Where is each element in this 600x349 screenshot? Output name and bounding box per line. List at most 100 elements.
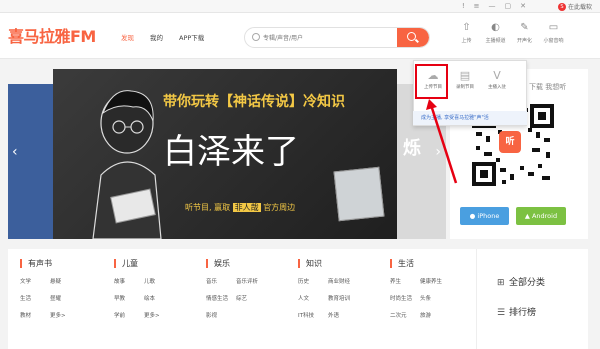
close-icon[interactable]: ✕	[520, 2, 526, 10]
android-download-button[interactable]: ▲ Android	[516, 207, 566, 225]
category-link[interactable]	[236, 311, 258, 319]
record-tool-button[interactable]: ✎ 开声化	[510, 21, 539, 44]
next-slide-text: 烁	[403, 138, 421, 159]
nav-discover[interactable]: 发现	[121, 32, 134, 42]
dropdown-item-label: 录制节目	[456, 85, 474, 90]
category-link[interactable]: 文学	[20, 277, 42, 285]
category-link[interactable]: 学前	[114, 311, 136, 319]
search-button[interactable]	[397, 28, 429, 47]
anchor-icon: V	[493, 69, 501, 82]
quick-links-panel: ⊞ 全部分类 ☰ 排行榜	[476, 249, 588, 349]
upload-tool-button[interactable]: ⇧ 上传	[452, 21, 481, 44]
category-link[interactable]: 故事	[114, 277, 136, 285]
brand-logo[interactable]: 喜马拉雅FM	[8, 23, 96, 47]
category-link[interactable]: 音乐评析	[236, 277, 258, 285]
download-heading: 下载 我想听	[529, 83, 567, 91]
live-tool-button[interactable]: ◐ 主播频道	[481, 21, 510, 44]
nav-mine[interactable]: 我的	[150, 32, 163, 42]
category-link[interactable]: 悬疑	[50, 277, 72, 285]
anchor-signup-item[interactable]: V 主播入驻	[483, 67, 511, 97]
info-icon[interactable]: !	[462, 2, 465, 10]
category-link[interactable]: 影视	[206, 311, 228, 319]
category-knowledge: 知识 历史 商业财经 人文 教育培训 IT科技 外语	[298, 259, 350, 319]
category-link[interactable]: 综艺	[236, 294, 258, 302]
banner-title: 带你玩转【神话传说】冷知识	[163, 94, 345, 110]
banner-subtitle: 听节目, 赢取 非人哉 官方周边	[185, 202, 295, 213]
search-input[interactable]	[263, 32, 393, 44]
all-categories-link[interactable]: ⊞ 全部分类	[497, 275, 545, 288]
category-title[interactable]: 有声书	[20, 259, 72, 268]
nav-app-download[interactable]: APP下载	[179, 32, 204, 42]
banner-sub-highlight: 非人哉	[232, 203, 261, 212]
character-illustration	[92, 90, 162, 239]
ranking-icon: ☰	[497, 308, 506, 318]
category-link[interactable]: 绘本	[144, 294, 166, 302]
banner-headline: 白泽来了	[163, 132, 299, 172]
category-link[interactable]: 昼耀	[50, 294, 72, 302]
search-icon	[407, 32, 416, 41]
download-link[interactable]: S 在此载软	[557, 2, 592, 11]
main-banner[interactable]: 带你玩转【神话传说】冷知识 白泽来了 听节目, 赢取 非人哉 官方周边	[53, 69, 397, 239]
category-link[interactable]: 生活	[20, 294, 42, 302]
category-link[interactable]: 更多>	[144, 311, 166, 319]
search-box	[244, 27, 430, 48]
category-link[interactable]: 早教	[114, 294, 136, 302]
category-entertainment: 娱乐 音乐 音乐评析 情感生活 综艺 影视	[206, 259, 258, 319]
tool-label: 小窗音响	[543, 38, 564, 44]
category-link[interactable]: 音乐	[206, 277, 228, 285]
category-life: 生活 养生 健康养生 时尚生活 头条 二次元 旅游	[390, 259, 442, 319]
all-categories-label: 全部分类	[509, 278, 546, 288]
app-logo-icon: 听	[499, 131, 521, 153]
chevron-left-icon[interactable]: ‹	[12, 144, 18, 160]
category-link[interactable]: 头条	[420, 294, 442, 302]
category-link[interactable]: 二次元	[390, 311, 412, 319]
category-link[interactable]: 外语	[328, 311, 350, 319]
maximize-icon[interactable]: ▢	[505, 2, 512, 10]
all-categories-icon: ⊞	[497, 278, 505, 288]
tool-label: 开声化	[516, 38, 532, 44]
become-anchor-link[interactable]: 成为主播, 享受喜马拉雅"声"活	[413, 111, 527, 125]
category-link[interactable]: 儿歌	[144, 277, 166, 285]
iphone-download-button[interactable]: ● iPhone	[460, 207, 509, 225]
minimize-icon[interactable]: —	[489, 2, 496, 10]
search-small-icon	[252, 33, 260, 41]
dropdown-item-label: 主播入驻	[488, 85, 506, 90]
category-title[interactable]: 生活	[390, 259, 442, 268]
category-link[interactable]: 商业财经	[328, 277, 350, 285]
category-title[interactable]: 娱乐	[206, 259, 258, 268]
banner-prev-slide: ‹	[8, 84, 53, 239]
category-link[interactable]: 情感生活	[206, 294, 228, 302]
header: 喜马拉雅FM 发现 我的 APP下载 ⇧ 上传 ◐ 主播频道 ✎ 开声化 ▭ 小…	[0, 13, 600, 59]
category-link[interactable]: 教育培训	[328, 294, 350, 302]
category-link[interactable]: 旅游	[420, 311, 442, 319]
category-link[interactable]: 历史	[298, 277, 320, 285]
main-nav: 发现 我的 APP下载	[121, 32, 204, 42]
category-link[interactable]: 养生	[390, 277, 412, 285]
category-link[interactable]: IT科技	[298, 311, 320, 319]
upload-icon: ⇧	[462, 22, 471, 33]
mini-player-tool-button[interactable]: ▭ 小窗音响	[539, 21, 568, 44]
download-site-icon: S	[557, 2, 566, 11]
category-title[interactable]: 儿童	[114, 259, 166, 268]
chevron-right-icon[interactable]: ›	[435, 144, 441, 160]
category-audiobook: 有声书 文学 悬疑 生活 昼耀 教材 更多>	[20, 259, 72, 319]
highlight-box	[415, 64, 448, 99]
category-link[interactable]: 教材	[20, 311, 42, 319]
banner-sub-prefix: 听节目, 赢取	[185, 203, 231, 212]
category-title[interactable]: 知识	[298, 259, 350, 268]
book-image	[333, 166, 385, 222]
ranking-link[interactable]: ☰ 排行榜	[497, 305, 536, 318]
category-link[interactable]: 时尚生活	[390, 294, 412, 302]
record-icon: ✎	[520, 22, 529, 33]
mini-icon: ▭	[548, 22, 559, 33]
record-program-item[interactable]: ▤ 录制节目	[451, 67, 479, 97]
menu-icon[interactable]: ≡	[474, 2, 480, 10]
android-label: Android	[529, 212, 558, 220]
category-link[interactable]: 人文	[298, 294, 320, 302]
category-link[interactable]: 更多>	[50, 311, 72, 319]
window-controls: ! ≡ — ▢ ✕	[462, 2, 526, 10]
tool-label: 上传	[461, 38, 472, 44]
category-panel: 有声书 文学 悬疑 生活 昼耀 教材 更多> 儿童 故事 儿歌 早教 绘本 学前 更多> 娱…	[8, 249, 476, 349]
category-link[interactable]: 健康养生	[420, 277, 442, 285]
ranking-label: 排行榜	[509, 308, 537, 318]
